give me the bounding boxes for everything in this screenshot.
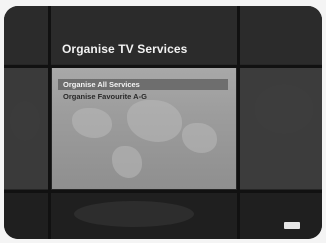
- world-map-shape: [127, 100, 182, 142]
- grid-divider: [4, 190, 322, 193]
- map-texture: [74, 201, 194, 227]
- map-texture: [254, 84, 314, 134]
- map-texture: [10, 101, 40, 141]
- world-map-shape: [72, 108, 112, 138]
- tv-screen: Organise TV Services Organise All Servic…: [4, 6, 322, 239]
- world-map-shape: [182, 123, 217, 153]
- grid-divider: [48, 6, 51, 239]
- world-map-shape: [112, 146, 142, 178]
- menu-item-organise-all-services[interactable]: Organise All Services: [58, 79, 228, 90]
- services-menu: Organise All Services Organise Favourite…: [52, 68, 236, 189]
- remote-key-icon: [284, 222, 300, 229]
- page-title: Organise TV Services: [62, 42, 188, 56]
- menu-item-organise-favourite[interactable]: Organise Favourite A-G: [58, 91, 228, 102]
- grid-divider: [237, 6, 240, 239]
